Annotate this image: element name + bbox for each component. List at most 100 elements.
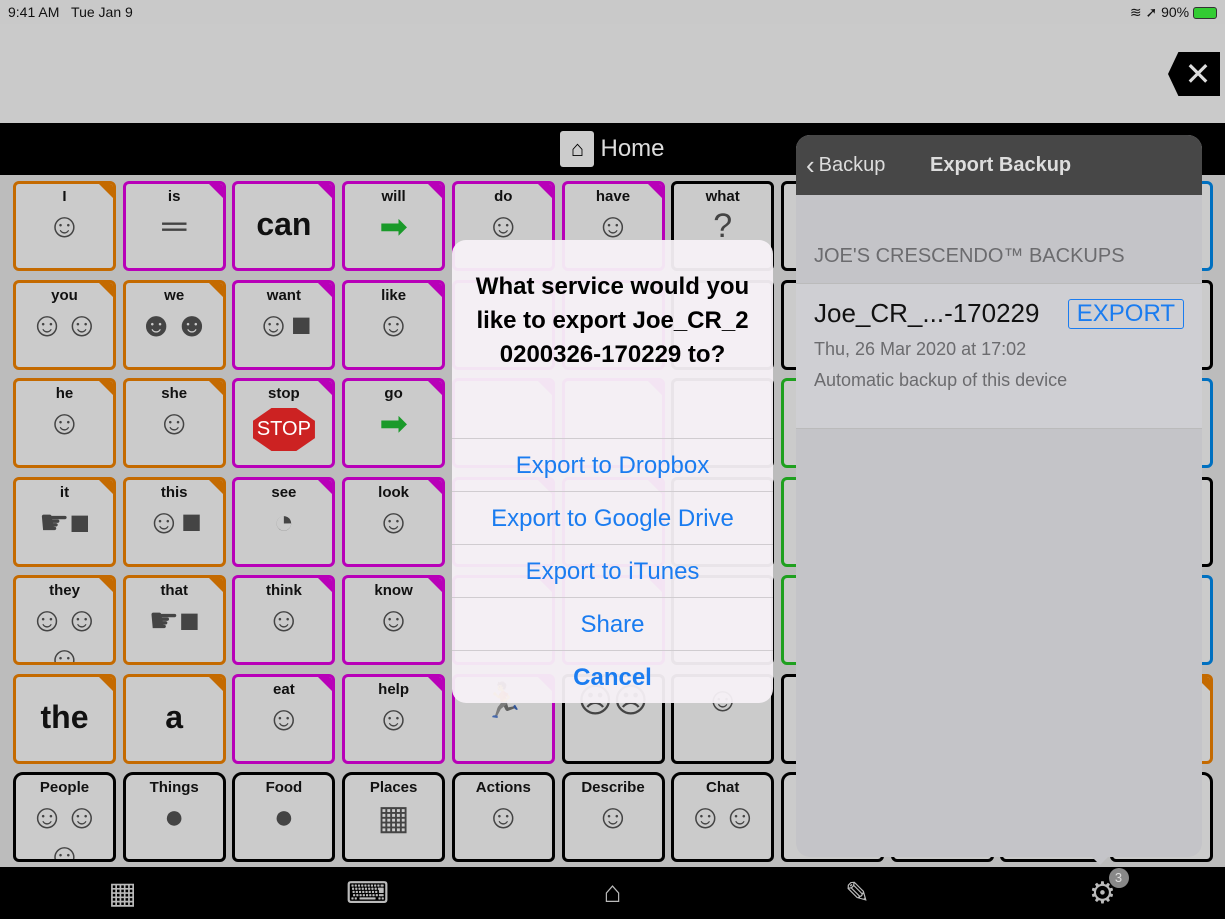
backup-name: Joe_CR_...-170229 [814, 298, 1040, 328]
battery-percent: 90% [1161, 4, 1190, 20]
button-the[interactable]: the [13, 673, 116, 764]
button-this[interactable]: this ☺■ [122, 476, 226, 567]
button-label: Chat [706, 779, 740, 796]
symbol-icon: ═ [162, 207, 187, 245]
button-label: is [167, 188, 181, 205]
button-things[interactable]: Things ● [122, 772, 226, 862]
export-button[interactable]: EXPORT [1067, 298, 1184, 329]
symbol-icon: ▦ [377, 799, 410, 837]
symbol-icon: ☺☺ [687, 798, 758, 836]
button-label: look [378, 483, 410, 501]
button-think[interactable]: think ☺ [232, 575, 336, 665]
button-label: will [381, 188, 406, 205]
export-dropbox-option[interactable]: Export to Dropbox [452, 438, 773, 491]
symbol-icon: ☺☺ [29, 305, 100, 344]
message-window[interactable] [0, 24, 1225, 123]
export-google-drive-option[interactable]: Export to Google Drive [452, 491, 773, 544]
button-actions[interactable]: Actions ☺ [451, 772, 555, 862]
battery-charging-icon [1193, 7, 1217, 20]
button-describe[interactable]: Describe ☺ [561, 772, 665, 862]
button-label: go [384, 385, 403, 402]
button-chat[interactable]: Chat ☺☺ [671, 772, 775, 862]
symbol-icon: ● [163, 798, 185, 836]
symbol-icon: ☺ [266, 699, 302, 738]
button-places[interactable]: Places ▦ [342, 772, 446, 862]
popover-arrow [1090, 855, 1110, 865]
symbol-icon: ◔ [273, 502, 295, 541]
back-button[interactable]: ‹ Backup [806, 150, 930, 181]
panel-header: ‹ Backup Export Backup [796, 135, 1202, 195]
symbol-icon: ☺ [595, 798, 631, 836]
cancel-button[interactable]: Cancel [452, 650, 773, 703]
symbol-icon: ☺ [485, 798, 521, 836]
button-he[interactable]: he ☺ [13, 378, 116, 468]
button-want[interactable]: want ☺■ [232, 279, 336, 370]
button-it[interactable]: it ☛■ [13, 476, 116, 567]
button-label: Actions [475, 779, 531, 796]
button-label: he [55, 385, 74, 402]
backup-description: Automatic backup of this device [814, 370, 1068, 390]
wifi-icon: ≋ [1129, 4, 1142, 20]
button-stop[interactable]: stop STOP [232, 378, 336, 468]
button-label: have [595, 188, 631, 205]
button-help[interactable]: help ☺ [342, 673, 446, 764]
symbol-icon: ☺■ [256, 305, 312, 344]
button-they[interactable]: they ☺☺☺ [13, 575, 116, 665]
symbol-icon: ➡ [379, 208, 408, 246]
button-food[interactable]: Food ● [232, 772, 336, 862]
button-people[interactable]: People ☺☺☺ [13, 772, 116, 862]
button-know[interactable]: know ☺ [342, 575, 446, 665]
symbol-icon: ☺■ [146, 502, 202, 541]
button-label: stop [268, 385, 300, 402]
button-label: Places [369, 779, 418, 796]
gear-icon[interactable]: ⚙ 3 [1073, 867, 1133, 911]
settings-badge: 3 [1108, 867, 1129, 888]
button-like[interactable]: like ☺ [342, 279, 446, 370]
button-that[interactable]: that ☛■ [122, 575, 226, 665]
button-label: can [256, 206, 312, 242]
chevron-left-icon: ‹ [806, 149, 815, 180]
symbol-icon: ☺ [47, 404, 82, 442]
button-label: Things [149, 779, 199, 796]
page-title: Home [600, 135, 665, 162]
panel-title: Export Backup [930, 153, 1072, 176]
backup-date: Thu, 26 Mar 2020 at 17:02 [814, 339, 1027, 359]
symbol-icon: ➡ [379, 405, 408, 443]
button-she[interactable]: she ☺ [122, 378, 226, 468]
symbol-icon: ☺ [376, 699, 411, 738]
button-label: Food [265, 779, 303, 796]
export-itunes-option[interactable]: Export to iTunes [452, 544, 773, 597]
back-label: Backup [818, 153, 886, 176]
button-will[interactable]: will ➡ [342, 181, 446, 271]
button-look[interactable]: look ☺ [342, 476, 446, 567]
button-see[interactable]: see ◔ [232, 476, 336, 567]
pencil-icon[interactable]: ✎ [828, 876, 888, 911]
button-label: a [165, 698, 184, 735]
symbol-icon: ☺ [47, 207, 82, 245]
symbol-icon: ☺ [156, 404, 192, 442]
button-i[interactable]: I ☺ [13, 181, 116, 271]
symbol-icon: ☺ [376, 601, 411, 639]
close-icon: ✕ [1184, 56, 1212, 92]
bottom-toolbar: ▦ ⌨ ⌂ ✎ ⚙ 3 [0, 867, 1225, 919]
share-option[interactable]: Share [452, 597, 773, 650]
button-label: see [271, 483, 297, 501]
symbol-icon: ● [273, 798, 295, 836]
grid-icon[interactable]: ▦ [93, 876, 153, 911]
symbol-icon: ☺ [376, 502, 411, 541]
symbol-icon: ☺☺☺ [29, 798, 100, 862]
button-a[interactable]: a [122, 673, 226, 764]
button-label: she [161, 385, 188, 402]
dialog-title: What service would you like to export Jo… [475, 273, 750, 368]
clear-message-button[interactable]: ✕ [1168, 52, 1220, 96]
button-you[interactable]: you ☺☺ [13, 279, 116, 370]
keyboard-icon[interactable]: ⌨ [338, 876, 398, 911]
button-we[interactable]: we ☻☻ [122, 279, 226, 370]
button-eat[interactable]: eat ☺ [232, 673, 336, 764]
button-label: Describe [581, 779, 645, 796]
button-is[interactable]: is ═ [122, 181, 226, 271]
button-go[interactable]: go ➡ [342, 378, 446, 468]
home-icon[interactable]: ⌂ [583, 876, 643, 910]
button-can[interactable]: can [232, 181, 336, 271]
button-label: eat [273, 680, 295, 698]
